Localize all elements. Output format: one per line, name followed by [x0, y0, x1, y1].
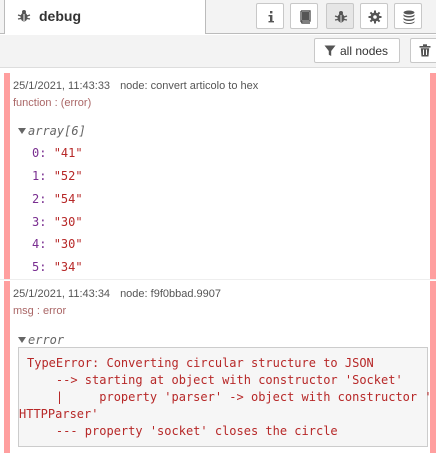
array-index: 5:	[32, 260, 47, 274]
message-meta: 25/1/2021, 11:43:33 node: convert articol…	[13, 80, 258, 92]
clear-messages-button[interactable]	[410, 38, 436, 63]
message-timestamp: 25/1/2021, 11:43:33	[13, 80, 111, 92]
array-element[interactable]: 2: "54"	[32, 192, 83, 206]
array-value: "52"	[53, 169, 83, 183]
array-index: 3:	[32, 215, 47, 229]
error-indicator-bar	[4, 73, 10, 279]
error-message-box: TypeError: Converting circular structure…	[18, 347, 432, 447]
error-indicator-bar	[430, 73, 436, 279]
error-indicator-bar	[4, 281, 10, 453]
caret-down-icon	[18, 128, 26, 134]
message-node-link[interactable]: node: convert articolo to hex	[120, 80, 258, 92]
filter-nodes-button[interactable]: all nodes	[314, 38, 400, 63]
message-meta: 25/1/2021, 11:43:34 node: f9f0bbad.9907	[13, 288, 221, 300]
error-line: --> starting at object with constructor …	[27, 373, 403, 387]
array-value: "54"	[53, 192, 83, 206]
array-value: "30"	[53, 237, 83, 251]
array-element[interactable]: 5: "34"	[32, 260, 83, 274]
filter-label: all nodes	[340, 44, 389, 58]
help-tab-button[interactable]	[290, 3, 318, 29]
debug-toolbar: all nodes	[0, 35, 436, 68]
bug-icon	[17, 9, 31, 23]
debug-tab-button[interactable]	[326, 3, 354, 29]
error-toggle[interactable]: error	[18, 333, 64, 347]
message-topic: msg : error	[13, 305, 67, 317]
array-element[interactable]: 0: "41"	[32, 146, 83, 160]
array-value: "41"	[53, 146, 83, 160]
error-line: | property 'parser' -> object with const…	[27, 390, 432, 404]
error-line: HTTPParser'	[19, 407, 99, 421]
debug-message[interactable]: 25/1/2021, 11:43:34 node: f9f0bbad.9907 m…	[0, 281, 436, 453]
sidebar-header: debug	[0, 0, 436, 34]
info-tab-button[interactable]	[256, 3, 284, 29]
array-index: 1:	[32, 169, 47, 183]
array-index: 2:	[32, 192, 47, 206]
error-indicator-bar	[430, 281, 436, 453]
error-line: TypeError: Converting circular structure…	[27, 356, 374, 370]
error-line: --- property 'socket' closes the circle	[27, 424, 338, 438]
message-topic: function : (error)	[13, 97, 92, 109]
context-tab-button[interactable]	[394, 3, 422, 29]
array-toggle[interactable]: array[6]	[18, 124, 86, 138]
array-value: "34"	[53, 260, 83, 274]
message-node-link[interactable]: node: f9f0bbad.9907	[120, 288, 221, 300]
array-index: 4:	[32, 237, 47, 251]
array-value: "30"	[53, 215, 83, 229]
array-index: 0:	[32, 146, 47, 160]
tab-debug[interactable]: debug	[4, 0, 206, 34]
array-element[interactable]: 1: "52"	[32, 169, 83, 183]
array-element[interactable]: 3: "30"	[32, 215, 83, 229]
array-element[interactable]: 4: "30"	[32, 237, 83, 251]
debug-message[interactable]: 25/1/2021, 11:43:33 node: convert articol…	[0, 73, 436, 280]
error-type-label: error	[28, 333, 65, 347]
message-timestamp: 25/1/2021, 11:43:34	[13, 288, 111, 300]
array-type-label: array[6]	[28, 124, 86, 138]
panel-title: debug	[39, 8, 81, 24]
caret-down-icon	[18, 337, 26, 343]
config-tab-button[interactable]	[360, 3, 388, 29]
